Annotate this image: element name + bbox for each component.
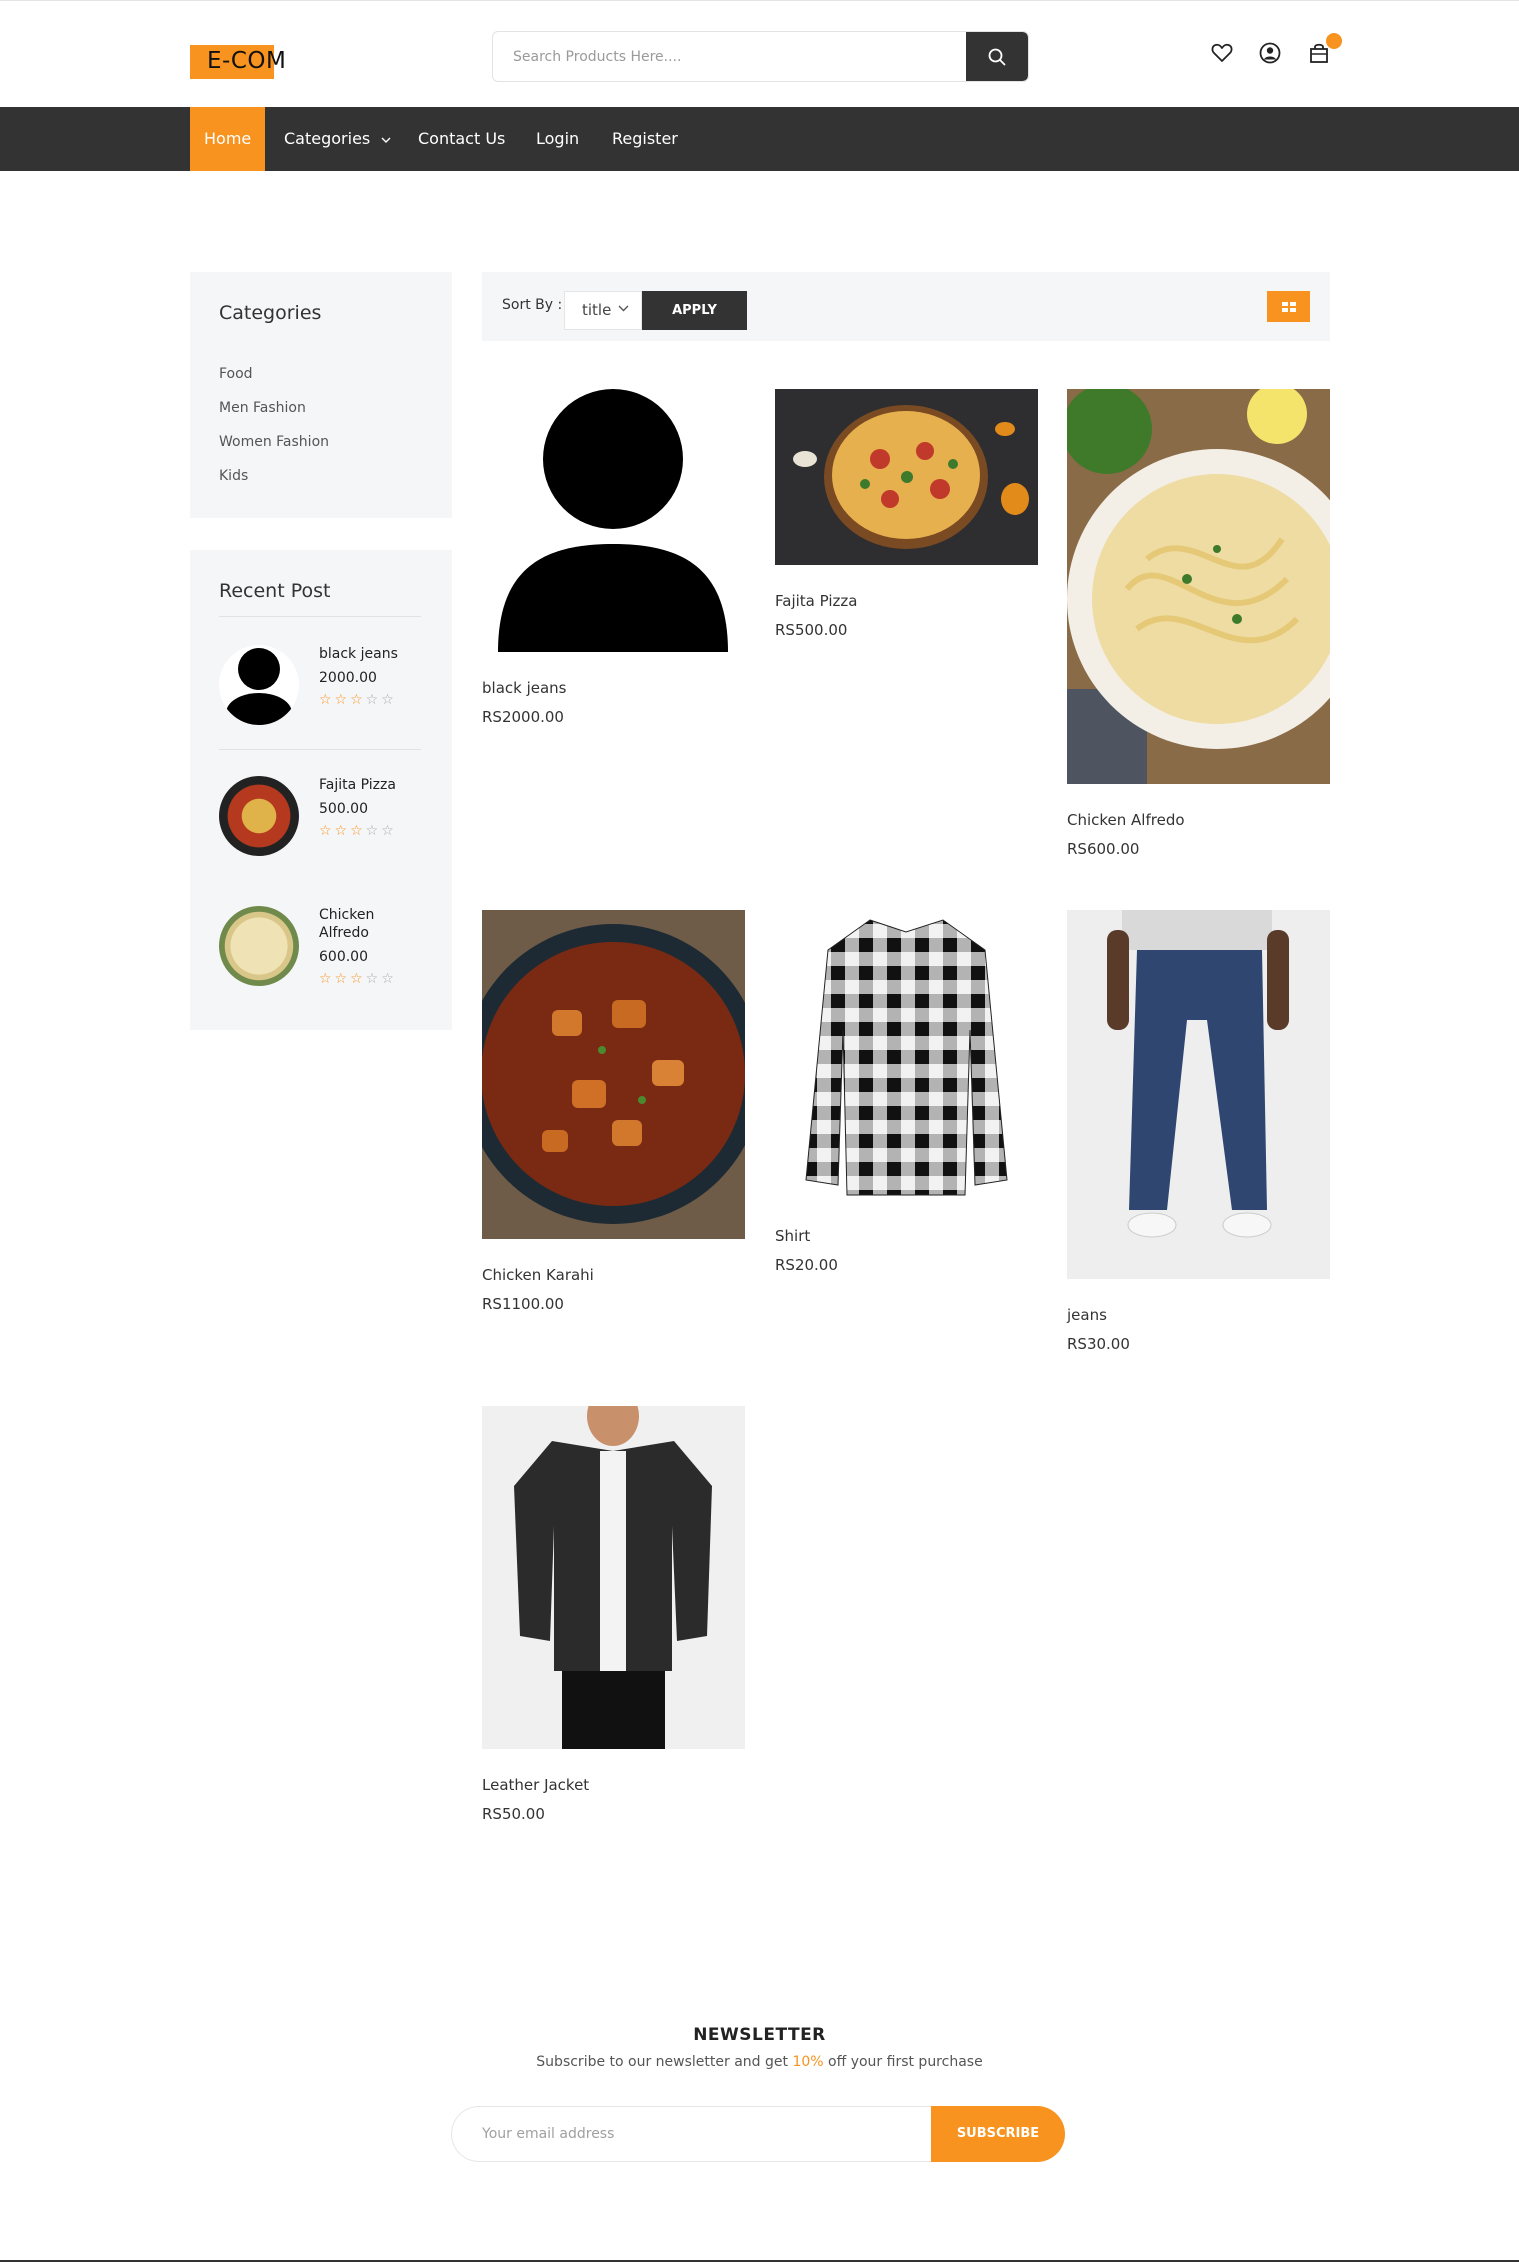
email-field[interactable] <box>451 2106 931 2162</box>
divider <box>219 749 421 750</box>
product-image[interactable] <box>1067 389 1330 784</box>
product-price: RS20.00 <box>775 1256 838 1274</box>
grid-icon <box>1281 301 1296 312</box>
newsletter-subtitle: Subscribe to our newsletter and get 10% … <box>0 2054 1519 2070</box>
user-icon <box>1259 42 1281 64</box>
divider <box>219 616 421 617</box>
search-bar <box>492 31 1029 82</box>
nav-categories-label: Categories <box>284 129 371 148</box>
recent-post-thumb <box>219 906 299 986</box>
product-image[interactable] <box>482 389 745 652</box>
recent-post-thumb <box>219 645 299 725</box>
product-name[interactable]: Shirt <box>775 1227 810 1245</box>
product-name[interactable]: jeans <box>1067 1306 1107 1324</box>
product-card[interactable]: jeans RS30.00 <box>1067 910 1330 1360</box>
recent-post-thumb <box>219 776 299 856</box>
product-price: RS500.00 <box>775 621 848 639</box>
categories-title: Categories <box>219 302 322 324</box>
nav-contact-us[interactable]: Contact Us <box>418 107 505 171</box>
account-button[interactable] <box>1258 41 1282 65</box>
product-card[interactable]: Chicken Karahi RS1100.00 <box>482 910 745 1320</box>
nav-home[interactable]: Home <box>190 107 266 171</box>
sort-select[interactable]: title <box>564 291 642 330</box>
category-link-kids[interactable]: Kids <box>219 468 248 484</box>
recent-post-widget: Recent Post black jeans 2000.00 ☆☆☆☆☆ Fa… <box>190 550 452 1030</box>
chevron-down-icon <box>381 137 391 143</box>
search-button[interactable] <box>966 32 1028 81</box>
nav-categories[interactable]: Categories <box>284 107 391 171</box>
rating-stars: ☆☆☆☆☆ <box>319 823 397 839</box>
recent-post-name[interactable]: Chicken Alfredo <box>319 906 419 942</box>
recent-post-item[interactable]: black jeans 2000.00 ☆☆☆☆☆ <box>219 645 421 737</box>
grid-view-button[interactable] <box>1267 291 1310 322</box>
recent-post-name[interactable]: Fajita Pizza <box>319 776 419 794</box>
nav-contact-label: Contact Us <box>418 129 506 148</box>
recent-post-price: 2000.00 <box>319 670 377 686</box>
nav-login[interactable]: Login <box>536 107 579 171</box>
product-image[interactable] <box>482 910 745 1239</box>
product-price: RS2000.00 <box>482 708 564 726</box>
nav-register[interactable]: Register <box>612 107 678 171</box>
sort-label: Sort By : <box>502 297 563 313</box>
product-card[interactable]: Chicken Alfredo RS600.00 <box>1067 389 1330 859</box>
product-card[interactable]: Fajita Pizza RS500.00 <box>775 389 1038 639</box>
product-card[interactable]: Leather Jacket RS50.00 <box>482 1406 745 1826</box>
top-header: E-COM <box>0 0 1519 107</box>
cart-count-badge <box>1326 33 1342 49</box>
product-card[interactable]: black jeans RS2000.00 <box>482 389 745 729</box>
main-nav: Home Categories Contact Us Login Registe… <box>0 107 1519 171</box>
product-price: RS50.00 <box>482 1805 545 1823</box>
recent-post-item[interactable]: Fajita Pizza 500.00 ☆☆☆☆☆ <box>219 776 421 868</box>
product-price: RS30.00 <box>1067 1335 1130 1353</box>
product-image[interactable] <box>1067 910 1330 1279</box>
product-name[interactable]: black jeans <box>482 679 567 697</box>
logo-text: E-COM <box>207 48 287 74</box>
nav-home-label: Home <box>204 129 252 148</box>
category-link-men-fashion[interactable]: Men Fashion <box>219 400 306 416</box>
search-input[interactable] <box>493 32 967 81</box>
logo[interactable]: E-COM <box>190 45 290 79</box>
recent-post-name[interactable]: black jeans <box>319 645 419 663</box>
newsletter-subtitle-before: Subscribe to our newsletter and get <box>536 2054 793 2070</box>
rating-stars: ☆☆☆☆☆ <box>319 971 397 987</box>
newsletter-subtitle-after: off your first purchase <box>823 2054 983 2070</box>
category-link-women-fashion[interactable]: Women Fashion <box>219 434 329 450</box>
product-name[interactable]: Chicken Alfredo <box>1067 811 1185 829</box>
cart-icon <box>1310 43 1328 63</box>
categories-widget: Categories Food Men Fashion Women Fashio… <box>190 272 452 518</box>
apply-button[interactable]: APPLY <box>642 291 747 330</box>
sort-select-value: title <box>582 301 612 319</box>
product-name[interactable]: Fajita Pizza <box>775 592 857 610</box>
product-card[interactable]: Shirt RS20.00 <box>775 910 1038 1280</box>
wishlist-button[interactable] <box>1210 41 1234 65</box>
heart-icon <box>1211 43 1233 62</box>
product-image[interactable] <box>775 389 1038 565</box>
newsletter-discount: 10% <box>792 2054 824 2070</box>
product-image[interactable] <box>775 910 1038 1200</box>
search-icon <box>988 48 1006 65</box>
subscribe-button[interactable]: SUBSCRIBE <box>931 2106 1065 2162</box>
category-link-food[interactable]: Food <box>219 366 253 382</box>
product-price: RS1100.00 <box>482 1295 564 1313</box>
product-name[interactable]: Leather Jacket <box>482 1776 589 1794</box>
recent-post-price: 600.00 <box>319 949 368 965</box>
newsletter-form: SUBSCRIBE <box>451 2106 1065 2162</box>
product-image[interactable] <box>482 1406 745 1749</box>
nav-login-label: Login <box>536 129 580 148</box>
product-name[interactable]: Chicken Karahi <box>482 1266 594 1284</box>
recent-post-price: 500.00 <box>319 801 368 817</box>
sort-toolbar: Sort By : title APPLY <box>482 272 1330 341</box>
newsletter-title: NEWSLETTER <box>693 2025 826 2045</box>
chevron-down-icon <box>618 305 629 312</box>
nav-register-label: Register <box>612 129 678 148</box>
rating-stars: ☆☆☆☆☆ <box>319 692 397 708</box>
recent-post-item[interactable]: Chicken Alfredo 600.00 ☆☆☆☆☆ <box>219 906 421 998</box>
recent-post-title: Recent Post <box>219 580 331 602</box>
product-price: RS600.00 <box>1067 840 1140 858</box>
